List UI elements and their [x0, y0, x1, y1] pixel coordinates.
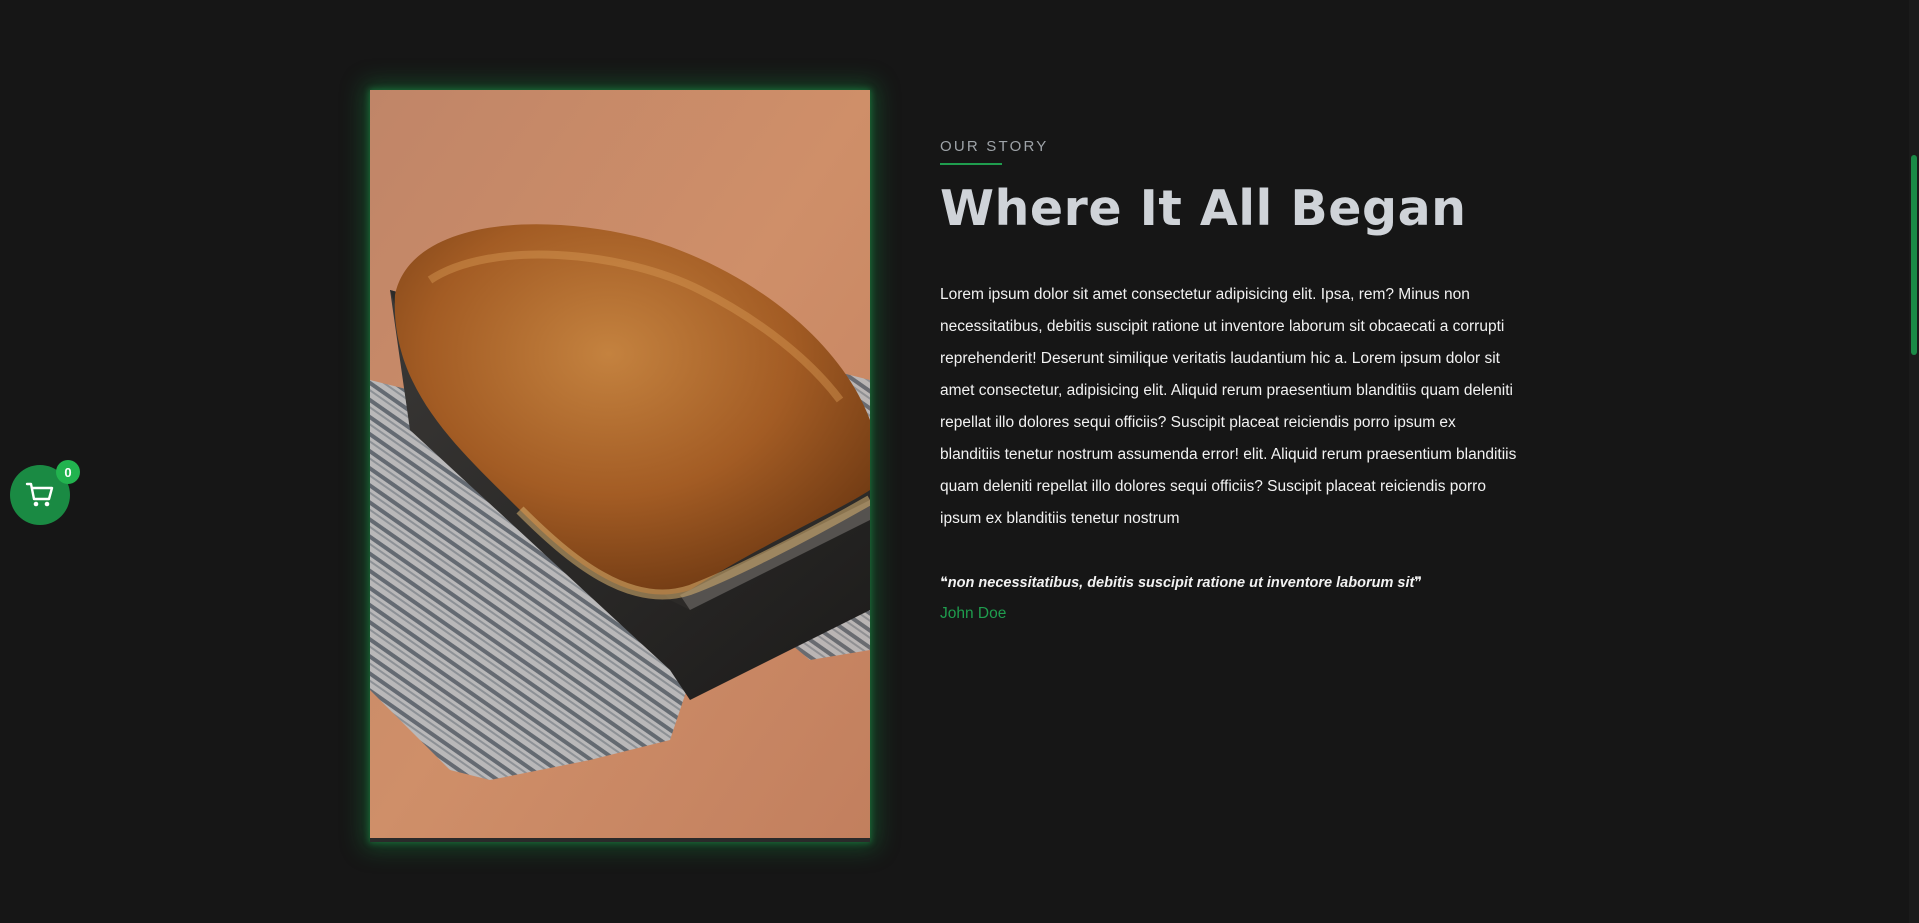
quote-author: John Doe	[940, 605, 1007, 623]
story-body-text: Lorem ipsum dolor sit amet consectetur a…	[940, 286, 1517, 528]
story-quote: ❝non necessitatibus, debitis suscipit ra…	[940, 575, 1423, 592]
section-headline: Where It All Began	[940, 180, 1467, 237]
bread-photo-illustration	[370, 90, 870, 842]
scrollbar-thumb[interactable]	[1911, 155, 1917, 355]
section-eyebrow: OUR STORY	[940, 138, 1049, 155]
page: OUR STORY Where It All Began Lorem ipsum…	[0, 0, 1919, 923]
bread-loaf-image	[370, 90, 870, 842]
cart-icon	[25, 482, 54, 507]
scrollbar-track[interactable]	[1909, 0, 1919, 923]
cart-count-badge: 0	[56, 460, 80, 484]
story-content: OUR STORY Where It All Began Lorem ipsum…	[940, 138, 1520, 623]
image-bottom-bar	[370, 838, 870, 842]
eyebrow-underline	[940, 163, 1002, 165]
